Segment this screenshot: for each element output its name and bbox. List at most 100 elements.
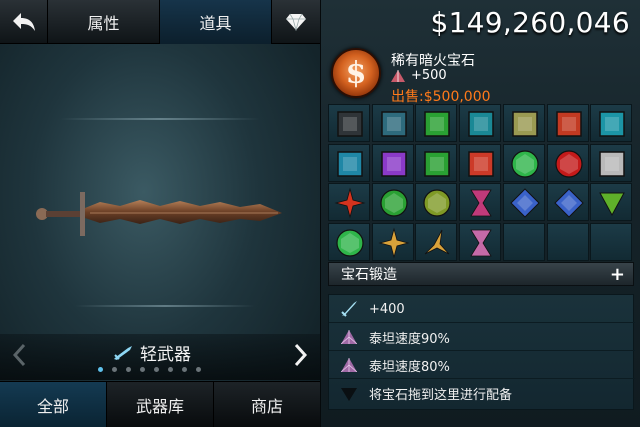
- page-dot[interactable]: [168, 367, 173, 372]
- page-dot[interactable]: [112, 367, 117, 372]
- gem-slot[interactable]: [459, 183, 502, 221]
- gem-triangle-icon: [329, 324, 369, 350]
- page-dot[interactable]: [196, 367, 201, 372]
- plus-icon[interactable]: +: [610, 264, 625, 285]
- bottom-tab-bar: 全部 武器库 商店: [0, 381, 320, 427]
- gem-icon: [424, 111, 451, 137]
- gem-slot[interactable]: [590, 104, 633, 142]
- gem-icon: [334, 187, 366, 219]
- gem-slot[interactable]: [590, 183, 633, 221]
- gem-icon: [553, 188, 584, 218]
- tab-all[interactable]: 全部: [0, 382, 107, 427]
- gem-grid: [328, 104, 634, 262]
- gem-icon: [423, 189, 451, 217]
- gem-icon: [337, 150, 363, 177]
- category-title: 轻武器: [112, 340, 191, 365]
- gem-icon: [554, 149, 583, 178]
- top-nav-bar: 属性 道具: [0, 0, 320, 44]
- gem-slot[interactable]: [502, 143, 545, 182]
- gem-slot[interactable]: [546, 104, 589, 142]
- tab-shop-label: 商店: [250, 396, 283, 416]
- gem-icon: [337, 111, 363, 137]
- gem-icon: [425, 229, 450, 254]
- socket-row[interactable]: 泰坦速度90%: [329, 324, 635, 351]
- gem-icon: [380, 189, 408, 217]
- socket-text: +400: [369, 301, 405, 317]
- gem-slot[interactable]: [371, 222, 414, 261]
- gem-slot[interactable]: [328, 104, 370, 142]
- light-streak: [60, 118, 260, 120]
- tab-items-label: 道具: [199, 14, 232, 33]
- gem-slot[interactable]: [371, 183, 414, 221]
- page-dot[interactable]: [140, 367, 145, 372]
- gem-icon: [378, 226, 410, 259]
- back-button[interactable]: [0, 0, 48, 44]
- weapon-image: [36, 192, 282, 236]
- chevron-right-icon[interactable]: [290, 342, 310, 368]
- tab-attributes[interactable]: 属性: [48, 0, 160, 44]
- gem-slot[interactable]: [371, 104, 414, 142]
- page-dot[interactable]: [182, 367, 187, 372]
- empty-socket-icon: [329, 381, 369, 407]
- gem-icon: [599, 192, 626, 217]
- page-dot[interactable]: [126, 367, 131, 372]
- gem-forge-bar[interactable]: 宝石锻造 +: [328, 262, 634, 286]
- socket-row[interactable]: 泰坦速度80%: [329, 352, 635, 379]
- chevron-left-icon[interactable]: [10, 342, 30, 368]
- currency-emblem-glyph: $: [345, 55, 367, 91]
- gem-slot[interactable]: [415, 222, 458, 261]
- gem-icon: [512, 111, 538, 137]
- gem-icon: [511, 149, 539, 178]
- gem-icon: [468, 111, 494, 137]
- selected-gem-price: 出售:$500,000: [391, 89, 491, 105]
- gem-socket-list: +400 泰坦速度90% 泰坦速度80% 将宝石拖到这里进行配备: [328, 294, 635, 410]
- sword-icon: [114, 345, 132, 360]
- gem-icon: [555, 111, 582, 137]
- gem-triangle-icon: [391, 69, 405, 82]
- gem-slot[interactable]: [459, 222, 502, 261]
- socket-text: 将宝石拖到这里进行配备: [369, 388, 513, 403]
- gem-icon: [380, 111, 407, 137]
- gem-slot[interactable]: [328, 183, 370, 221]
- light-streak: [75, 305, 255, 307]
- socket-text: 泰坦速度80%: [369, 359, 450, 375]
- page-dot[interactable]: [154, 367, 159, 372]
- gem-slot[interactable]: [459, 143, 502, 182]
- gem-slot[interactable]: [415, 143, 458, 182]
- gem-icon: [599, 111, 625, 137]
- socket-row-empty[interactable]: 将宝石拖到这里进行配备: [329, 380, 635, 407]
- tab-items[interactable]: 道具: [160, 0, 272, 44]
- gem-slot-empty[interactable]: [546, 222, 589, 261]
- gem-icon: [510, 188, 540, 218]
- page-dot[interactable]: [98, 367, 103, 372]
- gem-slot[interactable]: [546, 143, 589, 182]
- gem-slot[interactable]: [415, 183, 458, 221]
- back-arrow-icon: [12, 13, 35, 31]
- gem-icon: [470, 189, 492, 217]
- category-label: 轻武器: [140, 345, 191, 365]
- selected-gem-name: 稀有暗火宝石: [391, 53, 475, 69]
- gem-slot-empty[interactable]: [502, 222, 545, 261]
- gem-slot[interactable]: [502, 104, 545, 142]
- gem-slot[interactable]: [459, 104, 502, 142]
- gem-triangle-icon: [329, 352, 369, 378]
- gem-slot[interactable]: [415, 104, 458, 142]
- tab-shop[interactable]: 商店: [214, 382, 320, 427]
- gem-icon: [336, 228, 364, 257]
- gem-slot-empty[interactable]: [590, 222, 633, 261]
- selected-gem-stat-value: +500: [411, 68, 447, 83]
- gem-slot[interactable]: [546, 183, 589, 221]
- gem-slot[interactable]: [328, 222, 370, 261]
- diamond-icon: [286, 13, 306, 31]
- gem-slot[interactable]: [590, 143, 633, 182]
- gem-slot[interactable]: [371, 143, 414, 182]
- gem-icon: [470, 229, 492, 256]
- gem-slot[interactable]: [328, 143, 370, 182]
- tab-armory[interactable]: 武器库: [107, 382, 214, 427]
- socket-text: 泰坦速度90%: [369, 331, 450, 347]
- gem-icon: [380, 150, 407, 177]
- gem-button[interactable]: [272, 0, 320, 44]
- socket-row[interactable]: +400: [329, 296, 635, 323]
- selected-gem-emblem[interactable]: $: [331, 48, 381, 98]
- gem-slot[interactable]: [502, 183, 545, 221]
